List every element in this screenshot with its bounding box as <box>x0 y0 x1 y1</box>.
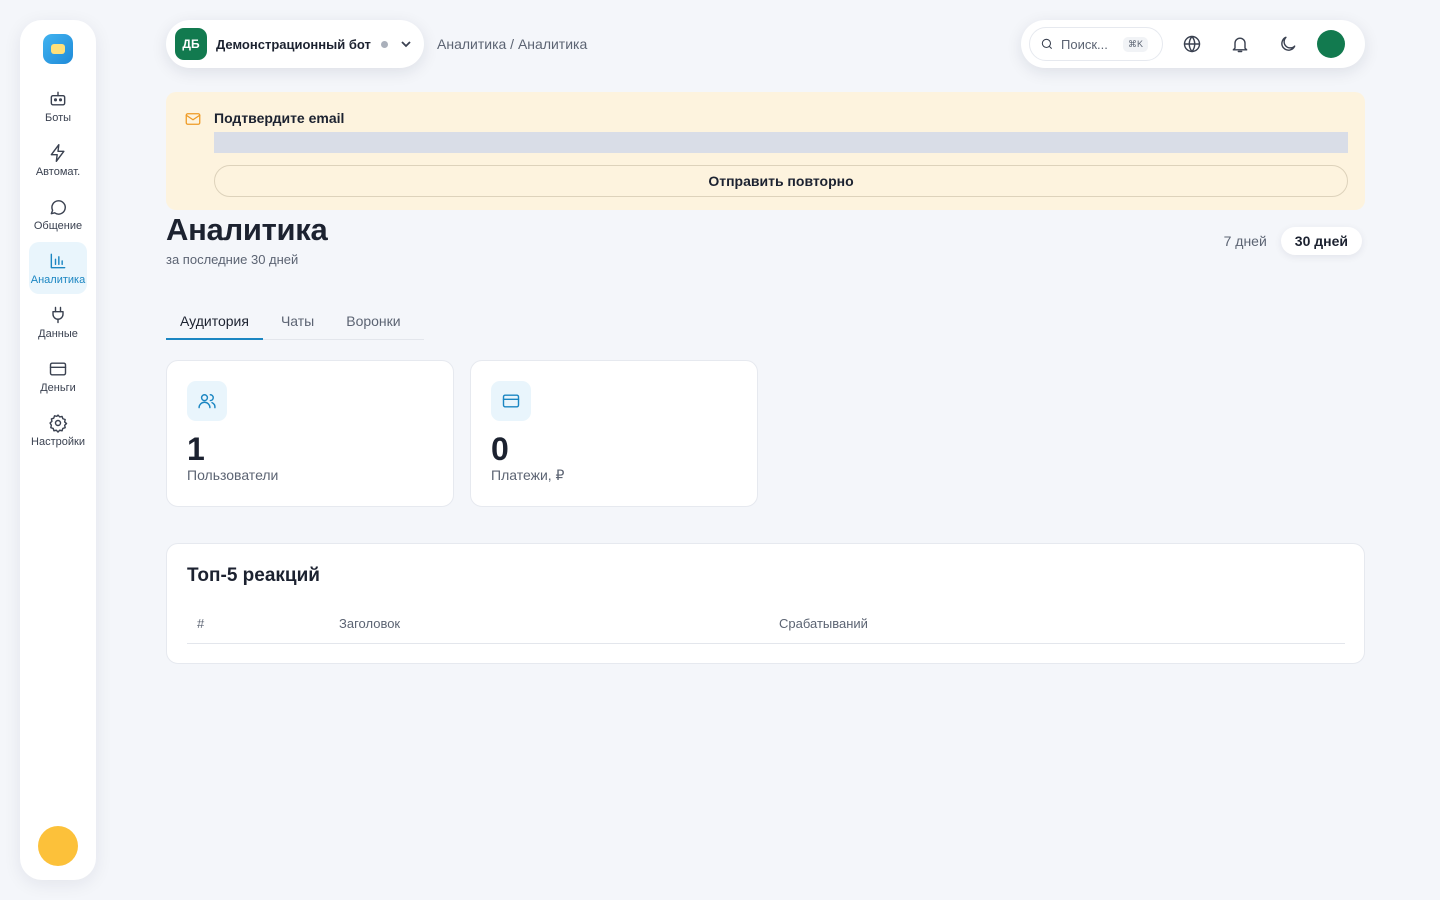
column-header-title: Заголовок <box>339 616 401 631</box>
sidebar-item-label: Аналитика <box>30 273 86 286</box>
date-range-selector: 7 дней 30 дней <box>1210 227 1362 255</box>
stat-card-payments: 0 Платежи, ₽ <box>470 360 758 507</box>
search-icon <box>1041 38 1053 50</box>
bot-avatar: ДБ <box>175 28 207 60</box>
credit-card-icon <box>49 361 67 376</box>
range-30-days[interactable]: 30 дней <box>1280 227 1362 255</box>
stat-value: 0 <box>491 431 509 467</box>
breadcrumb: Аналитика / Аналитика <box>437 36 588 52</box>
page-subtitle: за последние 30 дней <box>166 252 299 267</box>
robot-icon <box>50 91 66 106</box>
banner-placeholder-bar <box>214 132 1348 153</box>
app-logo[interactable] <box>43 34 73 64</box>
moon-icon <box>1281 36 1296 51</box>
language-button[interactable] <box>1173 25 1211 63</box>
sidebar-item-automation[interactable]: Автомат. <box>29 134 87 186</box>
tab-audience[interactable]: Аудитория <box>166 304 263 340</box>
email-confirm-banner: Подтвердите email Отправить повторно <box>166 92 1365 210</box>
bot-switcher[interactable]: ДБ Демонстрационный бот <box>166 20 424 68</box>
page-title: Аналитика <box>166 212 328 247</box>
bot-name: Демонстрационный бот <box>216 36 371 52</box>
column-header-triggers: Срабатываний <box>779 616 868 631</box>
bot-status-dot <box>380 40 388 48</box>
sidebar-item-label: Настройки <box>31 435 85 448</box>
range-7-days[interactable]: 7 дней <box>1210 227 1281 255</box>
sidebar-item-data[interactable]: Данные <box>29 296 87 348</box>
globe-icon <box>1183 35 1201 53</box>
resend-button[interactable]: Отправить повторно <box>214 165 1348 197</box>
banner-title: Подтвердите email <box>214 110 345 126</box>
stat-label: Платежи, ₽ <box>491 467 565 483</box>
sidebar-item-chat[interactable]: Общение <box>29 188 87 240</box>
sidebar-item-analytics[interactable]: Аналитика <box>29 242 87 294</box>
bar-chart-icon <box>50 253 66 268</box>
analytics-tabs: Аудитория Чаты Воронки <box>166 304 424 340</box>
search-shortcut: ⌘K <box>1123 36 1149 52</box>
lightning-icon <box>50 143 65 162</box>
sidebar-item-label: Боты <box>44 111 72 124</box>
stat-label: Пользователи <box>187 467 279 483</box>
tab-funnels[interactable]: Воронки <box>328 304 414 340</box>
sidebar-item-bots[interactable]: Боты <box>29 80 87 132</box>
stat-card-users: 1 Пользователи <box>166 360 454 507</box>
avatar[interactable] <box>38 826 78 866</box>
stat-icon <box>187 381 227 421</box>
column-header-number: # <box>197 616 205 631</box>
notifications-button[interactable] <box>1221 25 1259 63</box>
gear-icon <box>49 413 68 433</box>
credit-card-icon <box>502 394 520 408</box>
sidebar-item-money[interactable]: Деньги <box>29 350 87 402</box>
sidebar-item-label: Деньги <box>40 381 76 394</box>
top-reactions-card: Топ-5 реакций # Заголовок Срабатываний <box>166 543 1365 664</box>
table-header: # Заголовок Срабатываний <box>187 614 1345 644</box>
sidebar-item-settings[interactable]: Настройки <box>29 404 87 456</box>
users-icon <box>198 394 216 409</box>
profile-avatar[interactable] <box>1317 30 1345 58</box>
sidebar-item-label: Автомат. <box>35 165 81 178</box>
sidebar: Боты Автомат. Общение Аналитика Данные Д… <box>20 20 96 880</box>
tab-chats[interactable]: Чаты <box>263 304 328 340</box>
top-toolbar: ⌘K <box>1021 20 1365 68</box>
table-title: Топ-5 реакций <box>187 565 320 586</box>
envelope-icon <box>185 113 201 125</box>
stat-icon <box>491 381 531 421</box>
chat-bubble-icon <box>50 199 66 215</box>
sidebar-item-label: Данные <box>38 327 78 340</box>
sidebar-item-label: Общение <box>33 219 83 232</box>
chevron-down-icon <box>401 41 411 48</box>
bell-icon <box>1232 37 1248 53</box>
search-box[interactable]: ⌘K <box>1029 27 1163 61</box>
theme-toggle-button[interactable] <box>1269 25 1307 63</box>
stat-value: 1 <box>187 431 205 467</box>
search-input[interactable] <box>1061 36 1117 52</box>
plug-icon <box>52 306 64 323</box>
